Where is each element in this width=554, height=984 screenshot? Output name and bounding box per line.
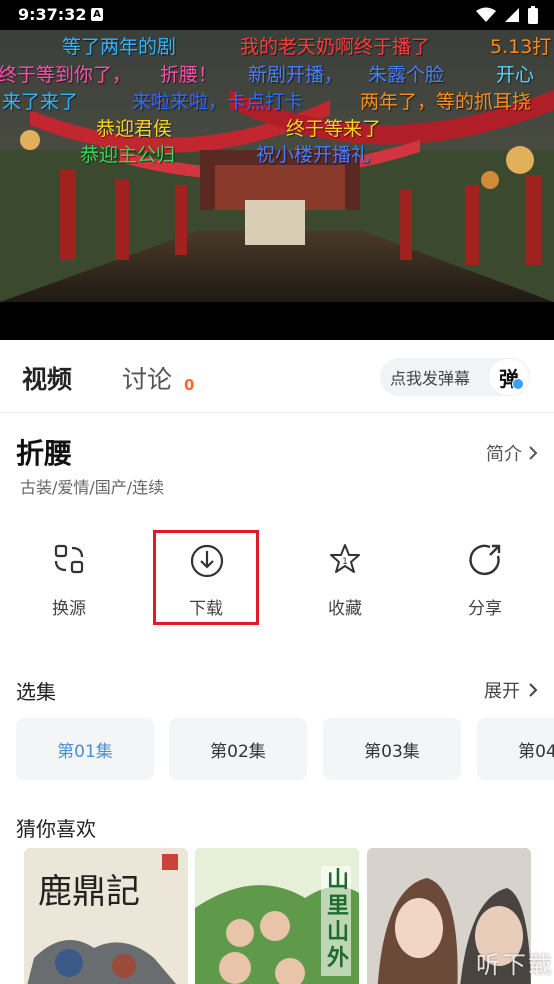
star-icon: 1 (330, 544, 360, 573)
send-danmaku-button[interactable]: 点我发弹幕 弹 (380, 358, 530, 396)
detail-tab-bar: 视频 讨论 0 点我发弹幕 弹 (0, 340, 554, 413)
danmaku-comment: 来了来了 (2, 91, 79, 113)
svg-text:1: 1 (342, 557, 348, 567)
recommendations-heading: 猜你喜欢 (16, 817, 96, 841)
danmaku-comment: 两年了，等的抓耳挠 (360, 91, 532, 113)
danmaku-comment: 恭迎君侯 (96, 118, 173, 140)
favorite-button[interactable]: 1 收藏 (292, 530, 398, 626)
expand-label: 展开 (484, 681, 520, 702)
tab-discuss[interactable]: 讨论 (122, 360, 172, 396)
danmaku-comment: 来啦来啦，卡点打卡 (132, 91, 304, 113)
wifi-icon (476, 7, 496, 22)
danmaku-comment: 开心 (496, 64, 535, 86)
danmaku-comment: 终于等到你了， (0, 64, 132, 86)
switch-source-button[interactable]: 换源 (16, 530, 122, 626)
recommendation-poster[interactable]: 山里山外 (195, 848, 359, 984)
action-bar: 换源 下载 1 收藏 分享 (0, 530, 554, 630)
episode-list: 第01集 第02集 第03集 第04集 (16, 718, 554, 780)
show-tags: 古装/爱情/国产/连续 (20, 478, 165, 497)
send-danmaku-label: 点我发弹幕 (390, 369, 471, 388)
notification-a-icon: A (91, 8, 103, 21)
episode-item[interactable]: 第04集 (477, 718, 554, 780)
poster-title: 山里山外 (327, 868, 350, 971)
expand-episodes-button[interactable]: 展开 (484, 677, 538, 703)
discuss-count-badge: 0 (184, 376, 195, 394)
episode-item[interactable]: 第01集 (16, 718, 154, 780)
recommendation-poster[interactable]: 鹿鼎記 (24, 848, 188, 984)
danmaku-toggle-icon[interactable]: 弹 (488, 358, 530, 396)
watermark-logo: 听下载 (476, 951, 554, 979)
episode-item[interactable]: 第02集 (169, 718, 307, 780)
recommendation-list: 鹿鼎記 山里山外 (24, 848, 554, 984)
danmaku-comment: 我的老天奶啊终于播了 (240, 36, 431, 58)
switch-source-label: 换源 (52, 599, 86, 619)
show-title: 折腰 (16, 437, 73, 470)
switch-source-icon (54, 544, 84, 574)
favorite-label: 收藏 (328, 599, 362, 619)
danmaku-comment: 折腰！ (160, 64, 218, 86)
danmaku-comment: 终于等来了 (286, 118, 382, 140)
status-indicators (476, 6, 538, 24)
danmaku-comment: 恭迎主公归 (80, 144, 176, 166)
intro-button[interactable]: 简介 (486, 440, 538, 466)
danmaku-comment: 朱露个脸 (368, 64, 445, 86)
download-label: 下载 (189, 599, 223, 619)
chevron-right-icon (529, 446, 538, 460)
status-bar: 9:37:32 A (0, 0, 554, 30)
battery-icon (528, 6, 538, 24)
share-button[interactable]: 分享 (432, 530, 538, 626)
danmaku-comment: 祝小楼开播礼 (256, 144, 371, 166)
danmaku-comment: 等了两年的剧 (62, 36, 177, 58)
episode-item[interactable]: 第03集 (323, 718, 461, 780)
tab-video[interactable]: 视频 (22, 360, 72, 396)
signal-icon (505, 8, 519, 22)
poster-title: 鹿鼎記 (38, 872, 140, 912)
share-label: 分享 (468, 599, 502, 619)
danmaku-comment: 5.13打 (490, 36, 552, 58)
chevron-right-icon (529, 683, 538, 697)
download-button[interactable]: 下载 (153, 530, 259, 625)
download-icon (190, 544, 224, 578)
episodes-heading: 选集 (16, 680, 56, 704)
video-player[interactable]: 等了两年的剧 我的老天奶啊终于播了 5.13打 终于等到你了， 折腰！ 新剧开播… (0, 30, 554, 340)
intro-label: 简介 (486, 444, 522, 465)
check-icon (512, 378, 524, 390)
danmaku-comment: 新剧开播， (248, 64, 344, 86)
status-time: 9:37:32 (18, 5, 87, 24)
share-icon (469, 544, 501, 576)
